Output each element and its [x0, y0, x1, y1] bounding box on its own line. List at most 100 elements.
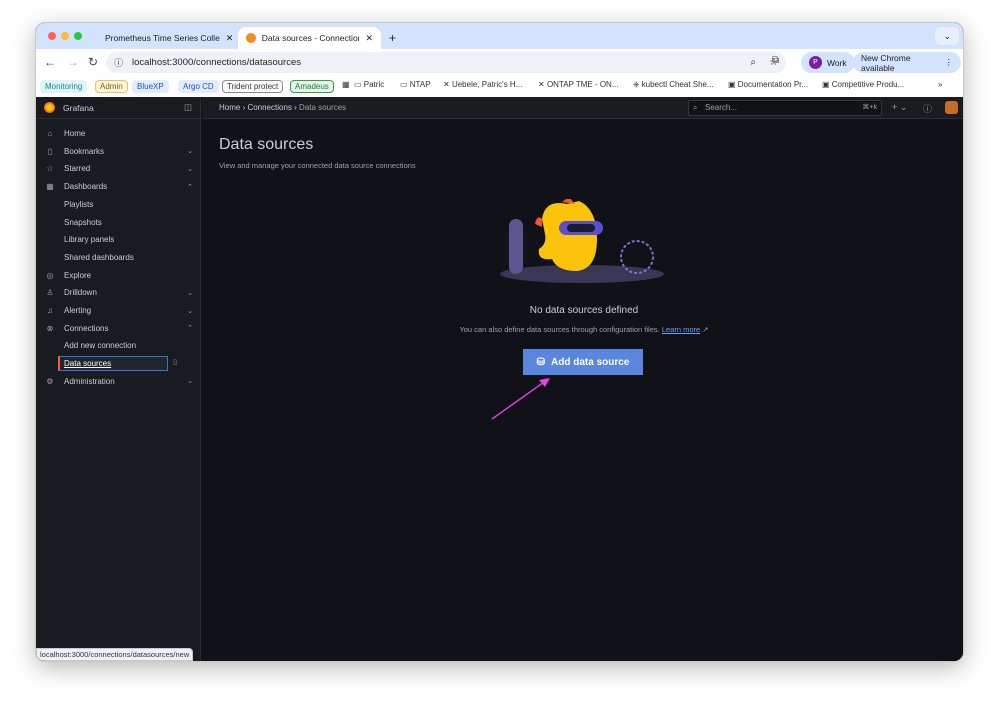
- sidebar-item-label: Explore: [64, 270, 92, 280]
- search-placeholder: Search...: [705, 103, 738, 112]
- sidebar-item-explore[interactable]: ◎ Explore: [36, 267, 201, 284]
- browser-window: Prometheus Time Series Colle ✕ Data sourc…: [35, 22, 964, 662]
- tab-search-button[interactable]: ⌄: [935, 27, 959, 45]
- sidebar-item-drilldown[interactable]: ♙ Drilldown ⌄: [36, 284, 201, 301]
- sidebar-item-data-sources[interactable]: Data sources ▯: [36, 355, 201, 372]
- annotation-arrow: [491, 378, 550, 420]
- site-info-icon[interactable]: ⓘ: [114, 56, 123, 69]
- search-shortcut: ⌘+k: [862, 104, 877, 111]
- update-label: New Chrome available: [861, 52, 911, 73]
- search-input[interactable]: ⌕ Search... ⌘+k: [688, 100, 882, 116]
- sidebar-item-library-panels[interactable]: Library panels: [36, 231, 201, 248]
- bookmark-link[interactable]: ▭ Patric: [354, 80, 384, 89]
- sidebar-item-label: Add new connection: [64, 341, 137, 351]
- add-data-source-label: Add data source: [551, 356, 630, 368]
- more-bookmarks-icon[interactable]: »: [938, 80, 942, 89]
- breadcrumb-home[interactable]: Home: [219, 103, 240, 112]
- more-icon[interactable]: ⋮: [945, 57, 954, 68]
- bookmark-link[interactable]: ✕ ONTAP TME - ON...: [538, 80, 619, 89]
- address-bar[interactable]: ⓘ localhost:3000/connections/datasources…: [106, 52, 786, 73]
- chevron-icon[interactable]: ⌄: [187, 307, 193, 315]
- minimize-window-button[interactable]: [61, 32, 69, 40]
- bookmark-link[interactable]: ▭ NTAP: [400, 80, 431, 89]
- apps-icon[interactable]: ▦: [342, 80, 350, 89]
- close-window-button[interactable]: [48, 32, 56, 40]
- sidebar-item-administration[interactable]: ⚙ Administration ⌄: [36, 373, 201, 390]
- tab-prometheus[interactable]: Prometheus Time Series Colle ✕: [91, 27, 238, 49]
- sidebar-item-label: Bookmarks: [64, 146, 105, 156]
- sidebar-item-bookmarks[interactable]: ▯ Bookmarks ⌄: [36, 143, 201, 160]
- extensions-icon[interactable]: ⧉: [772, 55, 779, 66]
- sidebar-item-label: Playlists: [64, 199, 94, 209]
- close-tab-icon[interactable]: ✕: [365, 33, 373, 44]
- bookmark-link[interactable]: ▣ Competitive Produ...: [822, 80, 904, 89]
- chevron-icon[interactable]: ⌄: [187, 165, 193, 173]
- hint-text: You can also define data sources through…: [459, 325, 660, 334]
- new-menu-button[interactable]: + ⌄: [892, 102, 907, 113]
- bookmark-admin[interactable]: Admin: [95, 80, 128, 93]
- chevron-icon[interactable]: ⌃: [187, 183, 193, 191]
- brand[interactable]: Grafana ◫: [36, 97, 200, 119]
- chevron-icon[interactable]: ⌄: [187, 147, 193, 155]
- sidebar-item-label: Home: [64, 129, 86, 138]
- dock-menu-icon[interactable]: ◫: [184, 102, 192, 113]
- bookmark-argo-cd[interactable]: Argo CD: [178, 80, 219, 93]
- reload-icon[interactable]: ↻: [88, 55, 98, 69]
- sidebar-item-starred[interactable]: ☆ Starred ⌄: [36, 160, 201, 177]
- bookmark-link[interactable]: ⎈ kubectl Cheat She...: [633, 80, 714, 90]
- user-avatar[interactable]: [945, 101, 958, 114]
- help-icon[interactable]: ⓘ: [923, 102, 932, 115]
- sidebar-item-playlists[interactable]: Playlists: [36, 196, 201, 213]
- sidebar-item-label: Snapshots: [64, 217, 102, 227]
- bookmark-link[interactable]: ▣ Documentation Pr...: [728, 80, 808, 89]
- sidebar-item-snapshots[interactable]: Snapshots: [36, 214, 201, 231]
- bookmark-label: kubectl Cheat She...: [641, 80, 714, 89]
- nav-icon: ♙: [46, 288, 54, 298]
- page-title: Data sources: [219, 136, 314, 153]
- sidebar-item-add-new-connection[interactable]: Add new connection: [36, 337, 201, 354]
- chevron-icon[interactable]: ⌄: [187, 377, 193, 385]
- bookmark-bluexp[interactable]: BlueXP: [132, 80, 169, 93]
- sidebar-item-label: Alerting: [64, 306, 92, 315]
- grafana-app: Grafana ◫ ⌂ Home ▯ Bookmarks ⌄ ☆ Starred ⌄ ▦ Dashb…: [36, 97, 963, 661]
- bookmark-trident-protect[interactable]: Trident protect: [222, 80, 284, 93]
- bookmark-icon[interactable]: ▯: [173, 358, 177, 366]
- site-icon: ✕: [443, 80, 452, 89]
- url-text: localhost:3000/connections/datasources: [132, 57, 302, 68]
- bookmark-label: NTAP: [409, 80, 431, 89]
- forward-icon[interactable]: →: [67, 55, 79, 69]
- bookmark-amadeus[interactable]: Amadeus: [290, 80, 334, 93]
- sidebar-item-home[interactable]: ⌂ Home: [36, 125, 201, 142]
- bookmark-link[interactable]: ✕ Uebele, Patric's H...: [443, 80, 522, 89]
- profile-button[interactable]: P Work: [801, 52, 855, 73]
- update-chrome-button[interactable]: New Chrome available ⋮: [853, 52, 961, 73]
- tab-data-sources[interactable]: Data sources - Connections - ✕: [238, 27, 381, 49]
- site-icon: ✕: [538, 80, 547, 89]
- sidebar-item-label: Drilldown: [64, 288, 97, 298]
- sidebar-item-dashboards[interactable]: ▦ Dashboards ⌃: [36, 178, 201, 195]
- chevron-icon[interactable]: ⌄: [187, 289, 193, 297]
- brand-name: Grafana: [63, 102, 94, 113]
- empty-state-illustration: [500, 199, 664, 283]
- close-tab-icon[interactable]: ✕: [226, 33, 234, 44]
- new-tab-button[interactable]: +: [381, 27, 404, 49]
- sidebar-item-connections[interactable]: ⊗ Connections ⌃: [36, 320, 201, 337]
- sidebar: Grafana ◫ ⌂ Home ▯ Bookmarks ⌄ ☆ Starred ⌄ ▦ Dashb…: [36, 97, 201, 661]
- search-icon: ⌕: [693, 103, 698, 112]
- grafana-icon: [246, 33, 256, 43]
- bookmark-label: Competitive Produ...: [831, 80, 905, 89]
- maximize-window-button[interactable]: [74, 32, 82, 40]
- breadcrumb-connections[interactable]: Connections: [247, 103, 291, 112]
- empty-state-hint: You can also define data sources through…: [362, 325, 806, 334]
- zoom-icon[interactable]: ⌕: [750, 57, 756, 68]
- sidebar-item-shared-dashboards[interactable]: Shared dashboards: [36, 249, 201, 266]
- external-link-icon: ↗: [702, 325, 709, 334]
- empty-state-title: No data sources defined: [529, 305, 639, 316]
- bookmark-monitoring[interactable]: Monitoring: [40, 80, 88, 93]
- back-icon[interactable]: ←: [44, 55, 56, 69]
- top-bar: Home › Connections › Data sources ⌕ Searc…: [202, 97, 963, 119]
- chevron-icon[interactable]: ⌃: [187, 324, 193, 332]
- learn-more-link[interactable]: Learn more: [662, 325, 700, 334]
- sidebar-item-alerting[interactable]: ♫ Alerting ⌄: [36, 302, 201, 319]
- add-data-source-button[interactable]: ⛁ Add data source: [523, 349, 643, 375]
